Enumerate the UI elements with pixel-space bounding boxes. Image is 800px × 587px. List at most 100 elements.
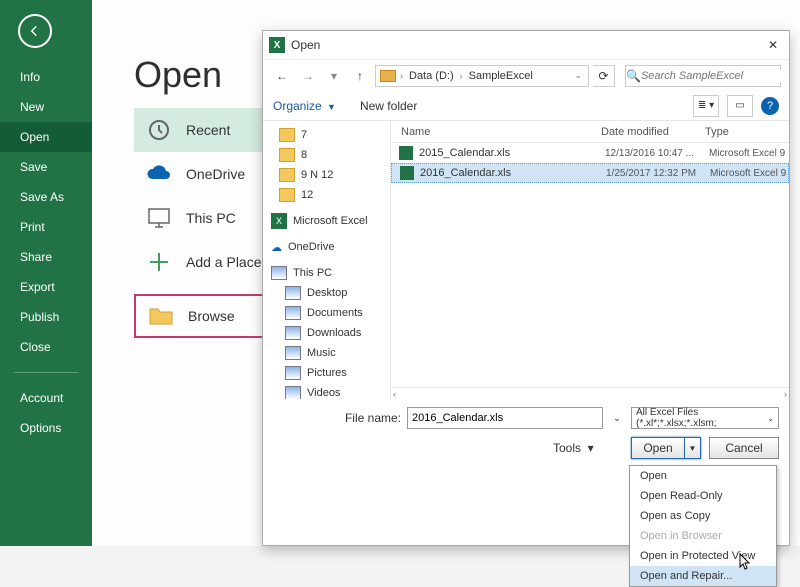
dialog-nav: ← → ▾ ↑ › Data (D:) › SampleExcel ⌄ ⟳ 🔍 xyxy=(263,59,789,91)
open-option-label: OneDrive xyxy=(186,166,245,182)
tree-folder[interactable]: 9 N 12 xyxy=(263,165,390,185)
folder-icon xyxy=(279,148,295,162)
file-name-input[interactable] xyxy=(407,407,603,429)
backstage-item-new[interactable]: New xyxy=(0,92,92,122)
library-icon xyxy=(285,326,301,340)
tree-child-desktop[interactable]: Desktop xyxy=(263,283,390,303)
open-split-menu: OpenOpen Read-OnlyOpen as CopyOpen in Br… xyxy=(629,465,777,587)
excel-file-icon xyxy=(399,146,413,160)
open-menu-item-open-in-browser: Open in Browser xyxy=(630,526,776,546)
breadcrumb-segment[interactable]: Data (D:) xyxy=(407,70,456,82)
cloud-icon: ☁ xyxy=(271,241,282,254)
backstage-item-info[interactable]: Info xyxy=(0,62,92,92)
open-file-dialog: X Open ✕ ← → ▾ ↑ › Data (D:) › SampleExc… xyxy=(262,30,790,546)
backstage-item-account[interactable]: Account xyxy=(0,383,92,413)
library-icon xyxy=(285,306,301,320)
backstage-item-open[interactable]: Open xyxy=(0,122,92,152)
file-type-filter[interactable]: All Excel Files (*.xl*;*.xlsx;*.xlsm;⌄ xyxy=(631,407,779,429)
open-menu-item-open-read-only[interactable]: Open Read-Only xyxy=(630,486,776,506)
tree-root-onedrive[interactable]: ☁OneDrive xyxy=(263,237,390,257)
tree-child-documents[interactable]: Documents xyxy=(263,303,390,323)
horizontal-scrollbar[interactable]: ‹› xyxy=(391,387,789,399)
open-menu-item-open-and-repair-[interactable]: Open and Repair... xyxy=(630,566,776,586)
refresh-button[interactable]: ⟳ xyxy=(593,65,615,87)
library-icon xyxy=(285,386,301,399)
dialog-search-input[interactable] xyxy=(641,70,784,82)
file-list-header[interactable]: Name Date modified Type xyxy=(391,121,789,143)
back-button[interactable] xyxy=(18,14,52,48)
open-option-label: Browse xyxy=(188,308,235,324)
tools-menu[interactable]: Tools ▾ xyxy=(553,441,594,455)
column-type[interactable]: Type xyxy=(705,126,789,138)
open-split-dropdown[interactable]: ▼ xyxy=(685,437,701,459)
pc-icon xyxy=(271,266,287,280)
excel-app-icon: X xyxy=(269,37,285,53)
tree-child-pictures[interactable]: Pictures xyxy=(263,363,390,383)
open-menu-item-open[interactable]: Open xyxy=(630,466,776,486)
folder-icon xyxy=(279,168,295,182)
chevron-down-icon: ▼ xyxy=(327,102,336,112)
view-mode-button[interactable]: ≣ ▾ xyxy=(693,95,719,117)
nav-up-button[interactable]: ↑ xyxy=(349,65,371,87)
file-name-dropdown[interactable]: ⌄ xyxy=(609,413,625,424)
nav-back-button[interactable]: ← xyxy=(271,65,293,87)
backstage-item-publish[interactable]: Publish xyxy=(0,302,92,332)
help-button[interactable]: ? xyxy=(761,97,779,115)
backstage-sidebar: InfoNewOpenSaveSave AsPrintShareExportPu… xyxy=(0,0,92,546)
tree-root-this-pc[interactable]: This PC xyxy=(263,263,390,283)
new-folder-button[interactable]: New folder xyxy=(360,99,417,113)
backstage-item-save-as[interactable]: Save As xyxy=(0,182,92,212)
excel-icon: X xyxy=(271,213,287,229)
tree-folder[interactable]: 8 xyxy=(263,145,390,165)
onedrive-icon xyxy=(146,161,172,187)
dialog-toolbar: Organize ▼ New folder ≣ ▾ ▭ ? xyxy=(263,91,789,121)
file-row[interactable]: 2015_Calendar.xls12/13/2016 10:47 ...Mic… xyxy=(391,143,789,163)
library-icon xyxy=(285,346,301,360)
add-a-place-icon xyxy=(146,249,172,275)
tree-child-music[interactable]: Music xyxy=(263,343,390,363)
cancel-button[interactable]: Cancel xyxy=(709,437,779,459)
dialog-close-button[interactable]: ✕ xyxy=(763,38,783,52)
dialog-titlebar: X Open ✕ xyxy=(263,31,789,59)
open-menu-item-open-in-protected-view[interactable]: Open in Protected View xyxy=(630,546,776,566)
backstage-item-print[interactable]: Print xyxy=(0,212,92,242)
tree-root-microsoft-excel[interactable]: XMicrosoft Excel xyxy=(263,211,390,231)
tree-folder[interactable]: 7 xyxy=(263,125,390,145)
recent-icon xyxy=(146,117,172,143)
folder-icon xyxy=(279,128,295,142)
chevron-down-icon: ⌄ xyxy=(767,414,774,423)
column-date[interactable]: Date modified xyxy=(601,126,705,138)
tree-child-downloads[interactable]: Downloads xyxy=(263,323,390,343)
preview-pane-button[interactable]: ▭ xyxy=(727,95,753,117)
tree-child-videos[interactable]: Videos xyxy=(263,383,390,399)
dialog-search-box[interactable]: 🔍 xyxy=(625,65,781,87)
breadcrumb-dropdown-icon[interactable]: ⌄ xyxy=(572,70,584,81)
open-heading: Open xyxy=(134,54,222,96)
organize-menu[interactable]: Organize ▼ xyxy=(273,99,336,113)
file-name-label: File name: xyxy=(273,411,401,425)
library-icon xyxy=(285,286,301,300)
backstage-item-options[interactable]: Options xyxy=(0,413,92,443)
file-list: Name Date modified Type 2015_Calendar.xl… xyxy=(391,121,789,399)
backstage-item-close[interactable]: Close xyxy=(0,332,92,362)
backstage-item-share[interactable]: Share xyxy=(0,242,92,272)
chevron-right-icon: › xyxy=(398,71,405,81)
library-icon xyxy=(285,366,301,380)
open-menu-item-open-as-copy[interactable]: Open as Copy xyxy=(630,506,776,526)
nav-forward-button[interactable]: → xyxy=(297,65,319,87)
open-button[interactable]: Open xyxy=(631,437,685,459)
column-name[interactable]: Name xyxy=(391,126,601,138)
backstage-item-save[interactable]: Save xyxy=(0,152,92,182)
folder-tree[interactable]: 789 N 1212 XMicrosoft Excel ☁OneDrive This … xyxy=(263,121,391,399)
open-option-label: Add a Place xyxy=(186,254,262,270)
dialog-footer: File name: ⌄ All Excel Files (*.xl*;*.xl… xyxy=(263,399,789,467)
nav-recent-button[interactable]: ▾ xyxy=(323,65,345,87)
back-arrow-icon xyxy=(27,23,43,39)
excel-file-icon xyxy=(400,166,414,180)
tree-folder[interactable]: 12 xyxy=(263,185,390,205)
search-icon: 🔍 xyxy=(626,69,641,83)
breadcrumb-segment[interactable]: SampleExcel xyxy=(467,70,535,82)
file-row[interactable]: 2016_Calendar.xls1/25/2017 12:32 PMMicro… xyxy=(391,163,789,183)
backstage-item-export[interactable]: Export xyxy=(0,272,92,302)
breadcrumb-bar[interactable]: › Data (D:) › SampleExcel ⌄ xyxy=(375,65,589,87)
